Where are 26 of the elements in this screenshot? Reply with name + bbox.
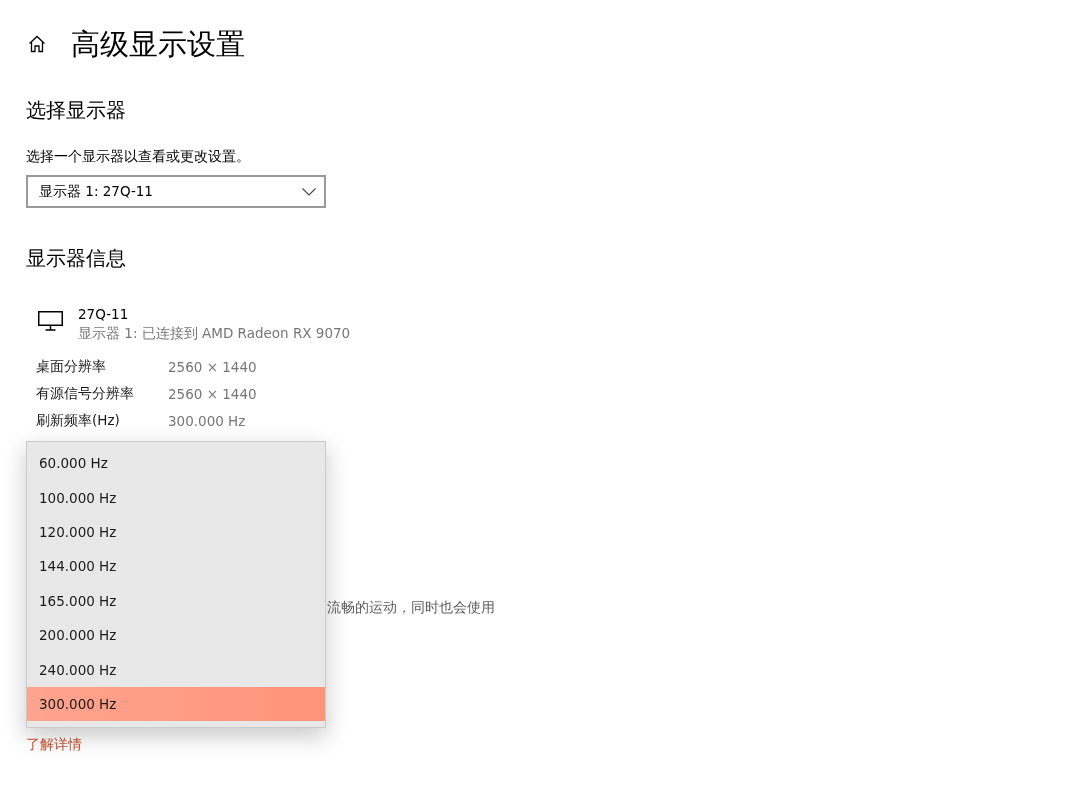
info-value: 2560 × 1440 (168, 385, 257, 402)
info-label: 桌面分辨率 (36, 357, 107, 376)
info-label: 有源信号分辨率 (36, 384, 135, 403)
menu-option[interactable]: 120.000 Hz (27, 514, 325, 550)
description-text: 流畅的运动，同时也会使用 (327, 598, 495, 617)
menu-option[interactable]: 240.000 Hz (27, 652, 325, 687)
menu-option[interactable]: 100.000 Hz (27, 480, 325, 515)
menu-option[interactable]: 300.000 Hz (27, 686, 325, 722)
section-heading: 选择显示器 (26, 97, 126, 124)
menu-option[interactable]: 144.000 Hz (27, 549, 325, 584)
info-value: 2560 × 1440 (168, 358, 257, 375)
info-label: 刷新频率(Hz) (36, 411, 121, 430)
learn-more-link[interactable]: 了解详情 (26, 734, 82, 754)
info-value: 300.000 Hz (168, 412, 246, 429)
home-icon[interactable] (28, 35, 46, 53)
menu-option[interactable]: 60.000 Hz (27, 446, 325, 481)
menu-option[interactable]: 200.000 Hz (27, 617, 325, 653)
page-title: 高级显示设置 (71, 26, 245, 63)
menu-option[interactable]: 165.000 Hz (27, 583, 325, 618)
monitor-name: 27Q-11 (78, 305, 129, 324)
monitor-icon (38, 311, 63, 331)
chevron-icon (302, 187, 316, 196)
display-dropdown[interactable]: 显示器 1: 27Q-11 (26, 175, 326, 208)
monitor-connection: 显示器 1: 已连接到 AMD Radeon RX 9070 (78, 324, 351, 343)
section-heading: 显示器信息 (26, 245, 126, 272)
section-description: 选择一个显示器以查看或更改设置。 (26, 147, 250, 166)
